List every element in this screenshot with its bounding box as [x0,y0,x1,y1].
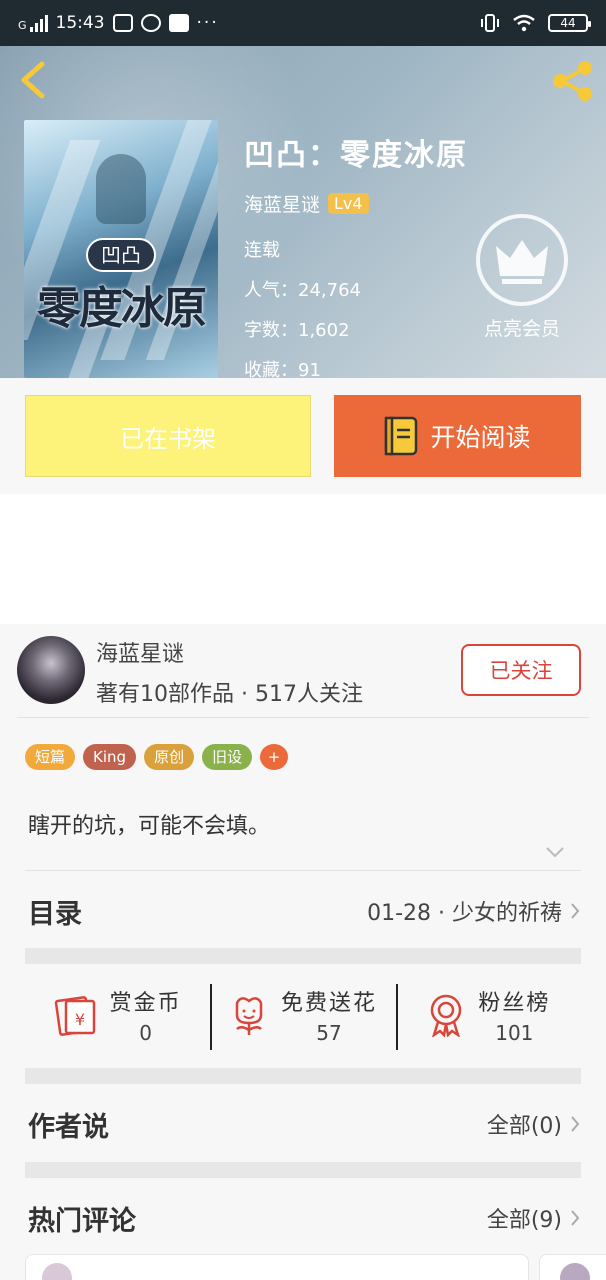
chevron-down-icon[interactable] [545,846,565,858]
author-says-row[interactable]: 作者说 全部(0) [28,1100,580,1148]
comment-card[interactable] [539,1254,606,1280]
book-title: 凹凸：零度冰原 [244,138,468,173]
stat-label: 赏金币 [109,991,182,1016]
bookshelf-label: 已在书架 [120,424,216,453]
author-stats: 著有10部作品 · 517人关注 [96,682,363,707]
start-reading-label: 开始阅读 [430,423,531,452]
follow-button[interactable]: 已关注 [461,644,581,696]
toc-label: 目录 [28,898,82,930]
comment-card[interactable] [25,1254,529,1280]
back-arrow-icon[interactable] [14,58,54,102]
author-says-all: 全部(0) [486,1114,562,1139]
share-icon[interactable] [550,58,596,104]
book-word-count: 字数：1,602 [244,320,350,341]
stat-label: 免费送花 [280,991,377,1016]
crown-icon [496,240,548,284]
medal-icon [431,994,462,1037]
book-popularity: 人气：24,764 [244,280,361,301]
author-says-label: 作者说 [28,1111,109,1143]
stats-row: ¥ 赏金币 0 免费送花 57 粉丝榜 101 [25,970,581,1060]
book-cover[interactable]: 凹凸 零度冰原 [24,120,218,378]
avatar [42,1263,72,1280]
tag-list: 短篇 King 原创 旧设 + [25,744,289,770]
follow-label: 已关注 [489,659,553,683]
toc-row[interactable]: 目录 01-28 · 少女的祈祷 [28,888,580,934]
toc-latest-chapter: 01-28 · 少女的祈祷 [367,901,562,926]
mail-icon [168,14,189,32]
stat-value: 57 [316,1021,342,1045]
author-block: 海蓝星谜 著有10部作品 · 517人关注 已关注 [0,624,606,720]
cover-badge: 凹凸 [86,238,156,272]
action-bar: 已在书架 开始阅读 [0,378,606,494]
book-info: 凹凸：零度冰原 海蓝星谜 Lv4 连载 人气：24,764 字数：1,602 收… [244,130,468,378]
bookshelf-button[interactable]: 已在书架 [25,395,311,477]
section-gap [25,1068,581,1084]
status-bar: G 15:43 ··· 44 [0,0,606,46]
section-gap [25,948,581,964]
avatar [560,1263,590,1280]
cover-figure [96,154,146,224]
svg-text:¥: ¥ [75,1010,85,1029]
divider [17,717,589,718]
chevron-right-icon [571,1116,580,1132]
divider [25,870,581,871]
book-icon [385,416,418,456]
chevron-right-icon [571,1210,580,1226]
avatar[interactable] [17,636,85,704]
more-icon: ··· [196,13,219,33]
vibrate-icon [481,14,499,32]
vip-crown-button[interactable] [476,214,568,306]
tag-item[interactable]: 旧设 [202,744,253,770]
tag-item[interactable]: 短篇 [25,744,76,770]
stat-value: 101 [495,1021,534,1045]
section-gap [25,1162,581,1178]
hot-comments-row[interactable]: 热门评论 全部(9) [28,1194,580,1242]
notification-icon [112,14,133,32]
add-tag-button[interactable]: + [260,744,289,770]
book-status: 连载 [244,240,280,261]
cover-title: 零度冰原 [37,283,207,334]
hot-comments-label: 热门评论 [28,1205,136,1237]
level-badge: Lv4 [328,193,369,214]
flower-icon [235,997,263,1035]
book-favorites: 收藏：91 [244,360,321,378]
wifi-icon [513,14,535,32]
battery-icon: 44 [548,14,591,32]
comment-carousel[interactable] [25,1254,606,1280]
book-author[interactable]: 海蓝星谜 [244,190,320,217]
wechat-icon [140,14,161,32]
book-description: 瞎开的坑，可能不会填。 [28,814,271,839]
clock: 15:43 [55,13,105,33]
start-reading-button[interactable]: 开始阅读 [334,395,581,477]
tag-item[interactable]: King [83,744,137,770]
stat-label: 粉丝榜 [478,991,551,1016]
fan-ranking[interactable]: 粉丝榜 101 [395,970,581,1060]
blank-area [0,494,606,624]
reward-coins[interactable]: ¥ 赏金币 0 [25,970,210,1060]
free-flowers[interactable]: 免费送花 57 [210,970,395,1060]
vip-label[interactable]: 点亮会员 [462,314,582,341]
book-header: 凹凸 零度冰原 凹凸：零度冰原 海蓝星谜 Lv4 连载 人气：24,764 字数… [0,46,606,378]
tag-item[interactable]: 原创 [144,744,195,770]
chevron-right-icon [571,903,580,919]
hot-comments-all: 全部(9) [486,1208,562,1233]
author-name[interactable]: 海蓝星谜 [96,636,184,668]
stat-value: 0 [139,1021,153,1045]
signal-icon: G [18,14,48,32]
red-envelope-icon: ¥ [54,996,95,1036]
